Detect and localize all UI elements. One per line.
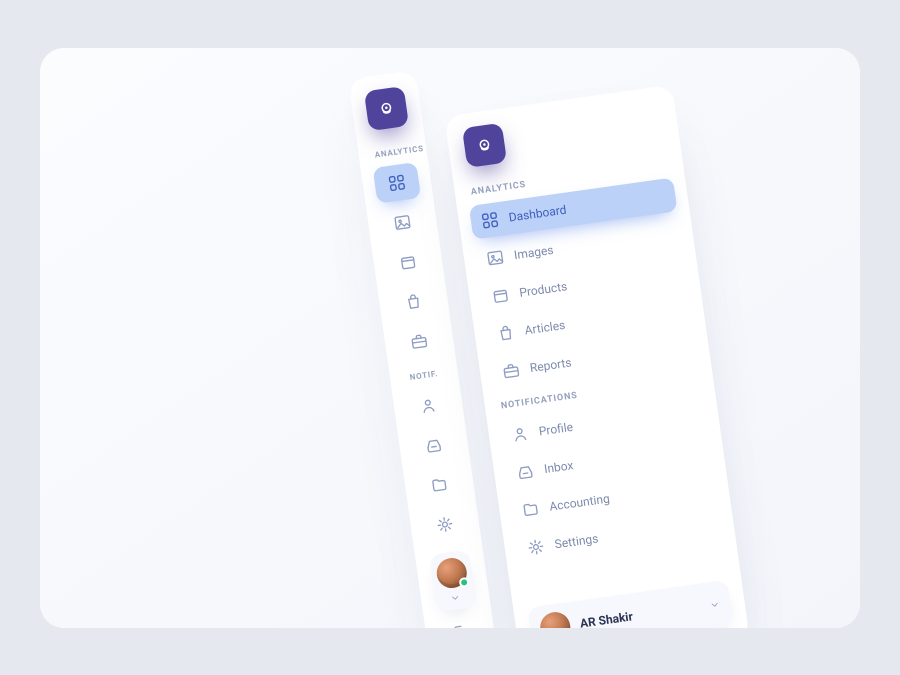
sidebar-full: ANALYTICS Dashboard Images Products Arti… (444, 84, 750, 627)
bag-icon (496, 323, 516, 343)
sidebar-item-reports[interactable] (395, 320, 444, 362)
image-icon (485, 247, 505, 267)
sidebar-item-label: Profile (538, 419, 574, 438)
sidebar-item-articles[interactable] (389, 280, 438, 322)
logout-icon (450, 622, 470, 628)
sidebar-item-label: Accounting (548, 491, 610, 513)
gear-icon (435, 514, 455, 534)
sidebar-item-accounting[interactable] (415, 464, 464, 506)
sidebar-item-images[interactable] (378, 201, 427, 243)
canvas: ANALYTICS NOTIF. AR Shakir (40, 48, 860, 628)
user-icon (418, 395, 438, 415)
briefcase-icon (501, 360, 521, 380)
sidebar-item-label: Inbox (543, 458, 574, 476)
app-logo[interactable] (364, 86, 409, 131)
section-label-notifications: NOTIF. (406, 368, 443, 382)
tray-icon (515, 461, 535, 481)
box-icon (490, 285, 510, 305)
sidebar-item-label: Reports (529, 355, 572, 375)
bag-icon (403, 291, 423, 311)
sidebar-item-label: Settings (554, 531, 599, 551)
grid-icon (480, 210, 500, 230)
sidebar-item-label: Images (513, 242, 554, 261)
gear-icon (526, 536, 546, 556)
sidebar-item-profile[interactable] (404, 384, 453, 426)
avatar (538, 610, 572, 628)
sidebar-item-products[interactable] (384, 241, 433, 283)
presence-dot (459, 576, 470, 587)
briefcase-icon (409, 331, 429, 351)
chevron-down-icon (448, 591, 462, 605)
logout-button[interactable] (435, 620, 485, 628)
sidebar-item-label: Dashboard (508, 202, 567, 224)
folder-icon (520, 499, 540, 519)
sidebar-item-settings[interactable] (421, 503, 470, 545)
grid-icon (387, 172, 407, 192)
user-name: AR Shakir (579, 609, 634, 628)
user-icon (510, 424, 530, 444)
app-logo[interactable] (462, 122, 507, 167)
chevron-down-icon (708, 597, 722, 611)
tray-icon (424, 435, 444, 455)
section-label-analytics: ANALYTICS (374, 145, 411, 159)
image-icon (392, 212, 412, 232)
sidebar-item-dashboard[interactable] (373, 161, 422, 203)
sidebar-item-inbox[interactable] (409, 424, 458, 466)
folder-icon (429, 474, 449, 494)
sidebar-item-label: Articles (524, 317, 566, 337)
box-icon (398, 251, 418, 271)
user-card[interactable]: AR Shakir (429, 549, 477, 612)
avatar (435, 556, 469, 590)
sidebar-item-label: Products (518, 279, 568, 300)
